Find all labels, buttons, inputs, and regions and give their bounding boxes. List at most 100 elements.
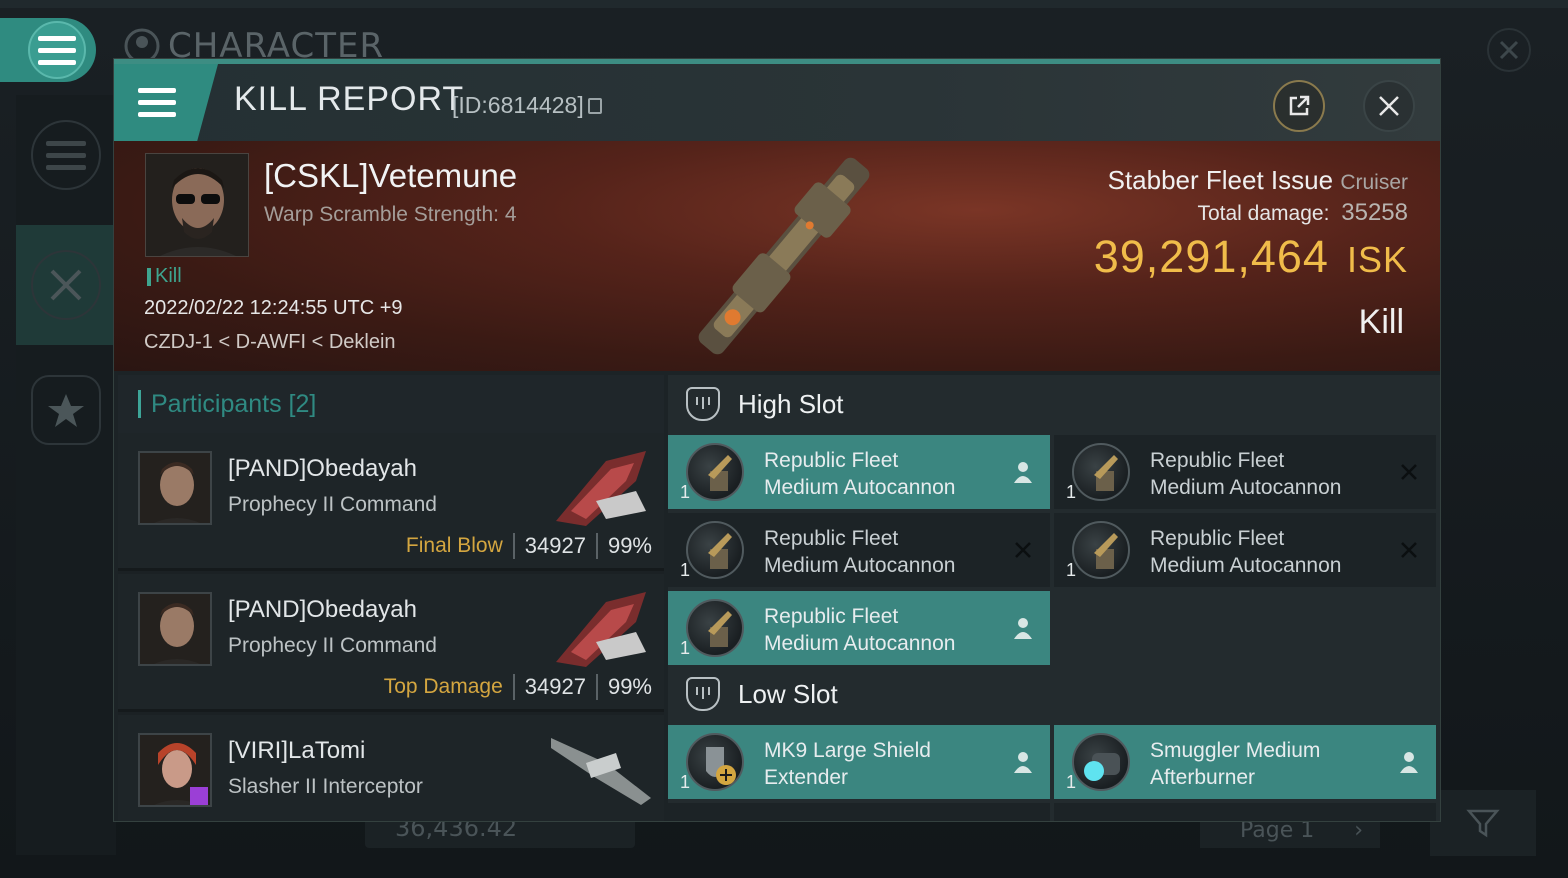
kill-report-dialog: KILL REPORT [ID:6814428] [CSKL]Vetemune … — [113, 58, 1441, 822]
participant-ship: Prophecy II Command — [228, 493, 437, 516]
sidebar-item-favorites[interactable] — [16, 350, 116, 470]
dropped-person-icon — [1010, 615, 1036, 641]
module-quantity: 1 — [680, 482, 691, 502]
main-menu-button[interactable] — [0, 18, 96, 82]
module-quantity: 1 — [1066, 772, 1077, 792]
victim-ship-name: Stabber Fleet Issue — [1107, 165, 1334, 195]
background-close-button[interactable] — [1487, 28, 1531, 72]
participant-row[interactable]: [PAND]Obedayah Prophecy II Command Top D… — [118, 574, 664, 712]
autocannon-icon — [1072, 521, 1130, 579]
top-bar — [0, 0, 1568, 8]
module-item[interactable]: 1 Republic Fleet Medium Autocannon — [1054, 513, 1436, 587]
participant-portrait — [138, 451, 212, 525]
high-slot-title: High Slot — [738, 388, 844, 419]
participant-name: [VIRI]LaTomi — [228, 737, 366, 764]
autocannon-icon — [686, 599, 744, 657]
destroyed-x-icon — [1396, 537, 1422, 563]
module-item[interactable]: 1 Republic Fleet Medium Autocannon — [668, 435, 1050, 509]
copy-icon[interactable] — [587, 97, 602, 114]
victim-ship-image — [698, 157, 870, 355]
module-quantity: 1 — [680, 560, 691, 580]
share-icon — [1289, 95, 1310, 116]
module-item[interactable]: 1 Republic Fleet Medium Autocannon — [668, 591, 1050, 665]
module-item[interactable]: 1 Smuggler Medium Afterburner — [1054, 725, 1436, 799]
dialog-title: KILL REPORT — [234, 80, 465, 118]
participant-ship: Slasher II Interceptor — [228, 775, 423, 798]
participants-title: Participants [2] — [151, 389, 317, 418]
dialog-header: KILL REPORT [ID:6814428] — [114, 59, 1440, 141]
destroyed-x-icon — [1010, 537, 1036, 563]
module-name: Smuggler Medium Afterburner — [1150, 739, 1321, 789]
kill-tag-label: Kill — [155, 265, 182, 287]
isk-amount: 39,291,464 — [1093, 231, 1329, 282]
dialog-menu-button[interactable] — [114, 64, 218, 141]
victim-ship-class: Cruiser — [1340, 171, 1408, 194]
participant-row[interactable]: [PAND]Obedayah Prophecy II Command Final… — [118, 433, 664, 571]
shield-extender-icon — [686, 733, 744, 791]
kill-id-text: [ID:6814428] — [452, 92, 584, 118]
participant-stats: Final Blow 34927 99% — [406, 533, 652, 559]
isk-unit: ISK — [1346, 239, 1408, 280]
participant-role: Final Blow — [405, 534, 503, 557]
participant-name: [PAND]Obedayah — [228, 596, 417, 623]
close-icon — [1499, 40, 1519, 60]
participant-row[interactable]: [VIRI]LaTomi Slasher II Interceptor — [118, 715, 664, 821]
module-item[interactable]: 1 MK9 Large Shield Extender — [668, 725, 1050, 799]
filter-button[interactable] — [1430, 790, 1536, 856]
autocannon-icon — [686, 521, 744, 579]
afterburner-icon — [1072, 733, 1130, 791]
participant-percent: 99% — [607, 674, 652, 699]
module-item-partial[interactable] — [668, 803, 1050, 821]
participant-role: Top Damage — [383, 675, 503, 698]
module-name: Republic Fleet Medium Autocannon — [764, 449, 956, 499]
low-slot-icon — [686, 677, 720, 711]
share-button[interactable] — [1273, 80, 1325, 132]
filter-icon — [1466, 809, 1500, 838]
high-slot-icon — [686, 387, 720, 421]
module-item[interactable]: 1 Republic Fleet Medium Autocannon — [1054, 435, 1436, 509]
total-damage: Total damage: 35258 — [1197, 199, 1408, 227]
dropped-person-icon — [1396, 749, 1422, 775]
module-quantity: 1 — [1066, 560, 1077, 580]
total-damage-label: Total damage: — [1197, 202, 1330, 225]
victim-banner: [CSKL]Vetemune Warp Scramble Strength: 4… — [114, 141, 1440, 371]
victim-ship[interactable]: Stabber Fleet Issue Cruiser — [1108, 165, 1408, 196]
participant-portrait — [138, 592, 212, 666]
participant-name: [PAND]Obedayah — [228, 455, 417, 482]
participant-damage: 34927 — [524, 533, 586, 558]
sidebar-item-combat[interactable] — [16, 225, 116, 345]
crossed-swords-icon — [31, 250, 101, 320]
low-slot-title: Low Slot — [738, 678, 838, 709]
participant-ship: Prophecy II Command — [228, 634, 437, 657]
participant-damage: 34927 — [524, 674, 586, 699]
kill-id[interactable]: [ID:6814428] — [452, 92, 602, 119]
close-icon — [1379, 96, 1399, 116]
kill-location[interactable]: CZDJ-1 < D-AWFI < Deklein — [144, 331, 396, 354]
module-item[interactable]: 1 Republic Fleet Medium Autocannon — [668, 513, 1050, 587]
autocannon-icon — [1072, 443, 1130, 501]
star-icon — [31, 375, 101, 445]
high-slot-header: High Slot — [668, 375, 1440, 433]
background-sidebar — [16, 95, 116, 855]
module-name: Republic Fleet Medium Autocannon — [764, 605, 956, 655]
close-button[interactable] — [1363, 80, 1415, 132]
kill-result: Kill — [1358, 303, 1404, 341]
victim-name[interactable]: [CSKL]Vetemune — [264, 157, 517, 195]
destroyed-x-icon — [1396, 459, 1422, 485]
module-item-partial[interactable] — [1054, 803, 1436, 821]
participant-portrait — [138, 733, 212, 807]
participants-header: Participants [2] — [118, 375, 664, 433]
module-quantity: 1 — [680, 772, 691, 792]
dropped-person-icon — [1010, 459, 1036, 485]
kill-datetime: 2022/02/22 12:24:55 UTC +9 — [144, 297, 403, 319]
victim-portrait[interactable] — [145, 153, 249, 257]
low-slot-header: Low Slot — [668, 665, 1440, 723]
module-name: MK9 Large Shield Extender — [764, 739, 931, 789]
total-damage-value: 35258 — [1341, 199, 1408, 226]
isk-value: 39,291,464 ISK — [1094, 231, 1408, 283]
sidebar-item-list[interactable] — [16, 95, 116, 215]
participant-ship-image — [551, 738, 651, 805]
participants-panel: Participants [2] [PAND]Obedayah Prophecy… — [118, 375, 664, 821]
kill-tag: Kill — [147, 265, 182, 288]
list-icon — [31, 120, 101, 190]
